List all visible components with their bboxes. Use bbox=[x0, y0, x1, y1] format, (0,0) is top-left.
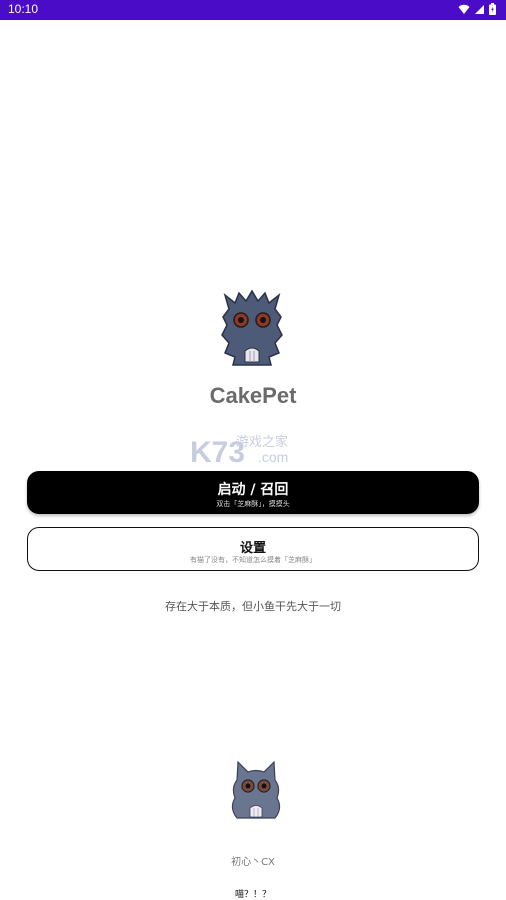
pet-mascot-icon bbox=[221, 289, 283, 366]
status-icons bbox=[458, 3, 496, 15]
cell-signal-icon bbox=[475, 4, 484, 14]
app-title: CakePet bbox=[209, 383, 297, 408]
meow-text: 喵？！？ bbox=[234, 890, 271, 900]
tagline: 存在大于本质，但小鱼干先大于一切 bbox=[165, 600, 341, 613]
svg-text:游戏之家: 游戏之家 bbox=[236, 434, 288, 450]
launch-recall-button[interactable]: 启动 / 召回 双击「芝麻酥」，摸摸头 bbox=[27, 471, 479, 514]
launch-recall-label: 启动 / 召回 bbox=[217, 482, 289, 498]
status-time: 10:10 bbox=[8, 2, 39, 16]
battery-icon bbox=[489, 3, 496, 15]
pet-small-icon bbox=[231, 760, 281, 819]
author-credit: 初心丶CX bbox=[231, 857, 275, 868]
launch-recall-hint: 双击「芝麻酥」，摸摸头 bbox=[216, 500, 290, 508]
status-bar: 10:10 bbox=[0, 0, 506, 20]
settings-hint: 有猫了没有，不知道怎么摸着「芝麻酥」 bbox=[190, 556, 316, 564]
settings-label: 设置 bbox=[239, 541, 266, 556]
wifi-icon bbox=[458, 4, 470, 14]
watermark-logo: K73 游戏之家 .com bbox=[190, 432, 320, 469]
svg-text:.com: .com bbox=[258, 449, 288, 465]
settings-button[interactable]: 设置 有猫了没有，不知道怎么摸着「芝麻酥」 bbox=[27, 527, 479, 571]
